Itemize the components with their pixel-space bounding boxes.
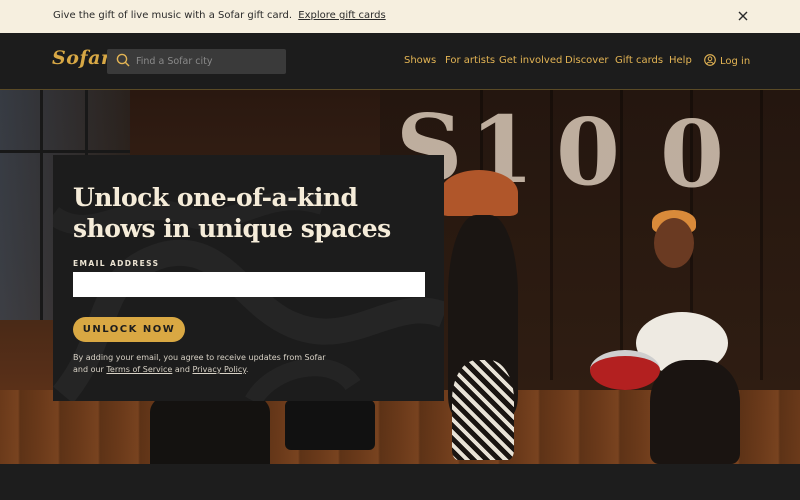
nav-shows[interactable]: Shows (404, 55, 436, 66)
announcement-message: Give the gift of live music with a Sofar… (53, 10, 293, 21)
nav-get-involved[interactable]: Get involved (499, 55, 562, 66)
snare-drum (590, 350, 660, 390)
main-nav-4: Discover (565, 55, 609, 66)
nav-for-artists[interactable]: For artists (445, 55, 495, 66)
close-icon[interactable] (737, 10, 749, 22)
performer-hat (440, 170, 518, 216)
backdrop-letter: 0 (556, 98, 621, 206)
login-label[interactable]: Log in (720, 56, 750, 67)
main-nav-2: For artists (445, 55, 495, 66)
window-frame (40, 90, 43, 320)
sofar-logo[interactable]: Sofar (52, 47, 111, 69)
main-nav-3: Get involved (499, 55, 562, 66)
performer-1-trousers (452, 360, 514, 460)
terms-of-service-link[interactable]: Terms of Service (106, 365, 172, 374)
nav-help[interactable]: Help (669, 55, 692, 66)
main-nav-6: Help (669, 55, 692, 66)
login-link[interactable]: Log in (704, 54, 750, 69)
page-footer-band (0, 464, 800, 500)
city-search[interactable] (107, 49, 286, 74)
floor-monitor (285, 400, 375, 450)
explore-gift-cards-link[interactable]: Explore gift cards (298, 10, 385, 21)
performer-2-head (654, 218, 694, 268)
unlock-now-button[interactable]: UNLOCK NOW (73, 317, 185, 342)
email-label: EMAIL ADDRESS (73, 259, 160, 268)
user-icon (704, 54, 716, 69)
legal-disclaimer: By adding your email, you agree to recei… (73, 352, 333, 376)
window-frame (0, 150, 130, 153)
hero-headline: Unlock one-of-a-kind shows in unique spa… (73, 183, 391, 243)
legal-suffix: . (245, 365, 249, 374)
city-search-input[interactable] (136, 56, 276, 67)
search-icon (116, 52, 130, 71)
signup-card: Unlock one-of-a-kind shows in unique spa… (53, 155, 444, 401)
privacy-policy-link[interactable]: Privacy Policy (192, 365, 245, 374)
wall-panel (760, 90, 763, 380)
performer-2 (650, 360, 740, 464)
wall-panel (550, 90, 553, 380)
wall-panel (620, 90, 623, 380)
backdrop-letter: 0 (660, 100, 725, 208)
legal-and: and (174, 365, 190, 374)
nav-gift-cards[interactable]: Gift cards (615, 55, 663, 66)
audience-silhouette (150, 390, 270, 464)
announcement-text: Give the gift of live music with a Sofar… (53, 10, 386, 21)
nav-discover[interactable]: Discover (565, 55, 609, 66)
main-nav-5: Gift cards (615, 55, 663, 66)
site-header: Sofar Shows For artists Get involved Dis… (0, 33, 800, 90)
announcement-banner: Give the gift of live music with a Sofar… (0, 0, 800, 33)
main-nav: Shows (404, 55, 436, 66)
email-input[interactable] (73, 272, 425, 297)
